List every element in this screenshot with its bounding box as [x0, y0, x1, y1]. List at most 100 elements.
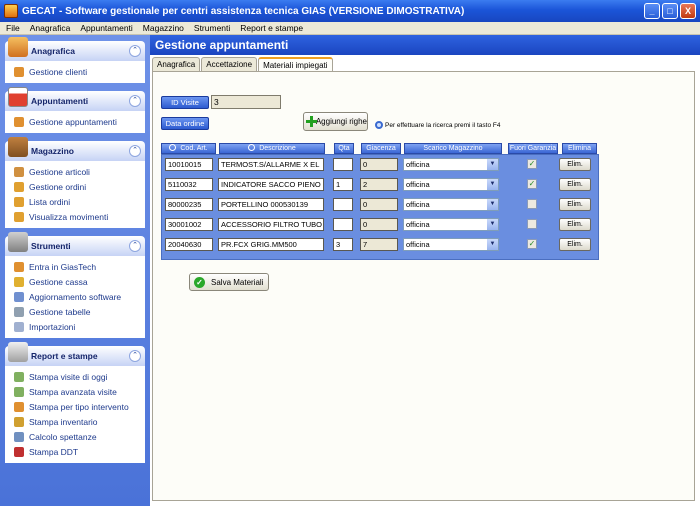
tab-accettazione[interactable]: Accettazione: [201, 57, 258, 71]
sidebar-group-header[interactable]: Magazzino ⌃: [5, 137, 145, 161]
qta-cell[interactable]: 3: [333, 238, 353, 251]
fuori-garanzia-checkbox[interactable]: ✓: [527, 179, 537, 189]
search-icon: [169, 144, 177, 151]
sidebar-item-visualizza-movimenti[interactable]: Visualizza movimenti: [6, 209, 144, 224]
people-icon: [8, 37, 28, 57]
sidebar-item-stampa-inventario[interactable]: Stampa inventario: [6, 414, 144, 429]
column-qta[interactable]: Qta: [334, 143, 354, 154]
menu-strumenti[interactable]: Strumenti: [194, 23, 230, 33]
sidebar-item-lista-ordini[interactable]: Lista ordini: [6, 194, 144, 209]
collapse-icon[interactable]: ⌃: [129, 350, 141, 362]
cod-art-cell[interactable]: 10010015: [165, 158, 213, 171]
qta-cell[interactable]: [333, 198, 353, 211]
menu-appuntamenti[interactable]: Appuntamenti: [80, 23, 132, 33]
column-cod-art[interactable]: Cod. Art.: [161, 143, 216, 154]
tab-materiali-impiegati[interactable]: Materiali impiegati: [258, 57, 333, 72]
sidebar-item-aggiornamento-software[interactable]: Aggiornamento software: [6, 289, 144, 304]
scarico-select[interactable]: officina ▼: [403, 218, 499, 231]
sidebar-item-calcolo-spettanze[interactable]: Calcolo spettanze: [6, 429, 144, 444]
sidebar-item-gestione-clienti[interactable]: Gestione clienti: [6, 64, 144, 79]
sidebar-item-gestione-ordini[interactable]: Gestione ordini: [6, 179, 144, 194]
sidebar-group-header[interactable]: Anagrafica ⌃: [5, 37, 145, 61]
elimina-button[interactable]: Elim.: [559, 218, 591, 231]
report-icon: [14, 371, 24, 382]
cod-art-cell[interactable]: 20040630: [165, 238, 213, 251]
maximize-button[interactable]: □: [662, 3, 678, 19]
fuori-garanzia-checkbox[interactable]: [527, 219, 537, 229]
collapse-icon[interactable]: ⌃: [129, 95, 141, 107]
sidebar-group-header[interactable]: Appuntamenti ⌃: [5, 87, 145, 111]
sidebar-item-stampa-avanzata-visite[interactable]: Stampa avanzata visite: [6, 384, 144, 399]
minimize-button[interactable]: _: [644, 3, 660, 19]
elimina-button[interactable]: Elim.: [559, 198, 591, 211]
search-icon: [248, 144, 256, 151]
id-visite-field[interactable]: 3: [211, 95, 281, 109]
elimina-button[interactable]: Elim.: [559, 158, 591, 171]
cod-art-cell[interactable]: 80000235: [165, 198, 213, 211]
descrizione-cell[interactable]: PR.FCX GRIG.MM500: [218, 238, 324, 251]
giacenza-cell: 2: [360, 178, 398, 191]
column-scarico-magazzino[interactable]: Scarico Magazzino: [404, 143, 502, 154]
chevron-down-icon[interactable]: ▼: [487, 159, 498, 170]
tab-anagrafica[interactable]: Anagrafica: [152, 57, 201, 71]
cod-art-cell[interactable]: 30001002: [165, 218, 213, 231]
user-icon: [14, 261, 24, 272]
descrizione-cell[interactable]: TERMOST.S/ALLARME X EL: [218, 158, 324, 171]
chevron-down-icon[interactable]: ▼: [487, 239, 498, 250]
box-icon: [14, 196, 24, 207]
fuori-garanzia-checkbox[interactable]: ✓: [527, 159, 537, 169]
sidebar-item-importazioni[interactable]: Importazioni: [6, 319, 144, 334]
column-elimina[interactable]: Elimina: [562, 143, 597, 154]
boxes-icon: [8, 137, 28, 157]
sidebar-group-header[interactable]: Report e stampe ⌃: [5, 342, 145, 366]
fuori-garanzia-checkbox[interactable]: ✓: [527, 239, 537, 249]
sidebar-item-gestione-cassa[interactable]: Gestione cassa: [6, 274, 144, 289]
collapse-icon[interactable]: ⌃: [129, 45, 141, 57]
elimina-button[interactable]: Elim.: [559, 178, 591, 191]
box-icon: [14, 416, 24, 427]
column-fuori-garanzia[interactable]: Fuori Garanzia: [508, 143, 558, 154]
scarico-select[interactable]: officina ▼: [403, 198, 499, 211]
qta-cell[interactable]: 1: [333, 178, 353, 191]
scarico-select[interactable]: officina ▼: [403, 158, 499, 171]
menu-file[interactable]: File: [6, 23, 20, 33]
qta-cell[interactable]: [333, 158, 353, 171]
menu-report[interactable]: Report e stampe: [240, 23, 303, 33]
cash-icon: [14, 276, 24, 287]
scarico-select[interactable]: officina ▼: [403, 178, 499, 191]
sidebar-item-stampa-ddt[interactable]: Stampa DDT: [6, 444, 144, 459]
collapse-icon[interactable]: ⌃: [129, 145, 141, 157]
descrizione-cell[interactable]: ACCESSORIO FILTRO TUBO: [218, 218, 324, 231]
menu-magazzino[interactable]: Magazzino: [143, 23, 184, 33]
sidebar-item-gestione-articoli[interactable]: Gestione articoli: [6, 164, 144, 179]
sidebar-item-stampa-visite-oggi[interactable]: Stampa visite di oggi: [6, 369, 144, 384]
fuori-garanzia-checkbox[interactable]: [527, 199, 537, 209]
sidebar-item-gestione-appuntamenti[interactable]: Gestione appuntamenti: [6, 114, 144, 129]
data-ordine-button[interactable]: Data ordine: [161, 117, 209, 130]
column-descrizione[interactable]: Descrizione: [219, 143, 325, 154]
chevron-down-icon[interactable]: ▼: [487, 219, 498, 230]
sidebar-group-header[interactable]: Strumenti ⌃: [5, 232, 145, 256]
id-visite-label: ID Visite: [161, 96, 209, 109]
chevron-down-icon[interactable]: ▼: [487, 179, 498, 190]
main-area: Gestione appuntamenti Anagrafica Accetta…: [150, 35, 700, 506]
menu-anagrafica[interactable]: Anagrafica: [30, 23, 71, 33]
collapse-icon[interactable]: ⌃: [129, 240, 141, 252]
sidebar-item-stampa-tipo-intervento[interactable]: Stampa per tipo intervento: [6, 399, 144, 414]
cod-art-cell[interactable]: 5110032: [165, 178, 213, 191]
chevron-down-icon[interactable]: ▼: [487, 199, 498, 210]
qta-cell[interactable]: [333, 218, 353, 231]
add-rows-button[interactable]: Aggiungi righe: [303, 112, 368, 131]
column-giacenza[interactable]: Giacenza: [361, 143, 401, 154]
sidebar-item-entra-giastech[interactable]: Entra in GiasTech: [6, 259, 144, 274]
descrizione-cell[interactable]: PORTELLINO 000530139: [218, 198, 324, 211]
sidebar-group-strumenti: Strumenti ⌃ Entra in GiasTech Gestione c…: [5, 232, 145, 338]
materiali-panel: ID Visite 3 Data ordine Aggiungi righe P…: [152, 71, 695, 501]
scarico-select[interactable]: officina ▼: [403, 238, 499, 251]
close-button[interactable]: X: [680, 3, 696, 19]
sidebar-item-gestione-tabelle[interactable]: Gestione tabelle: [6, 304, 144, 319]
save-materials-button[interactable]: ✓ Salva Materiali: [189, 273, 269, 291]
descrizione-cell[interactable]: INDICATORE SACCO PIENO: [218, 178, 324, 191]
user-icon: [14, 66, 24, 77]
elimina-button[interactable]: Elim.: [559, 238, 591, 251]
